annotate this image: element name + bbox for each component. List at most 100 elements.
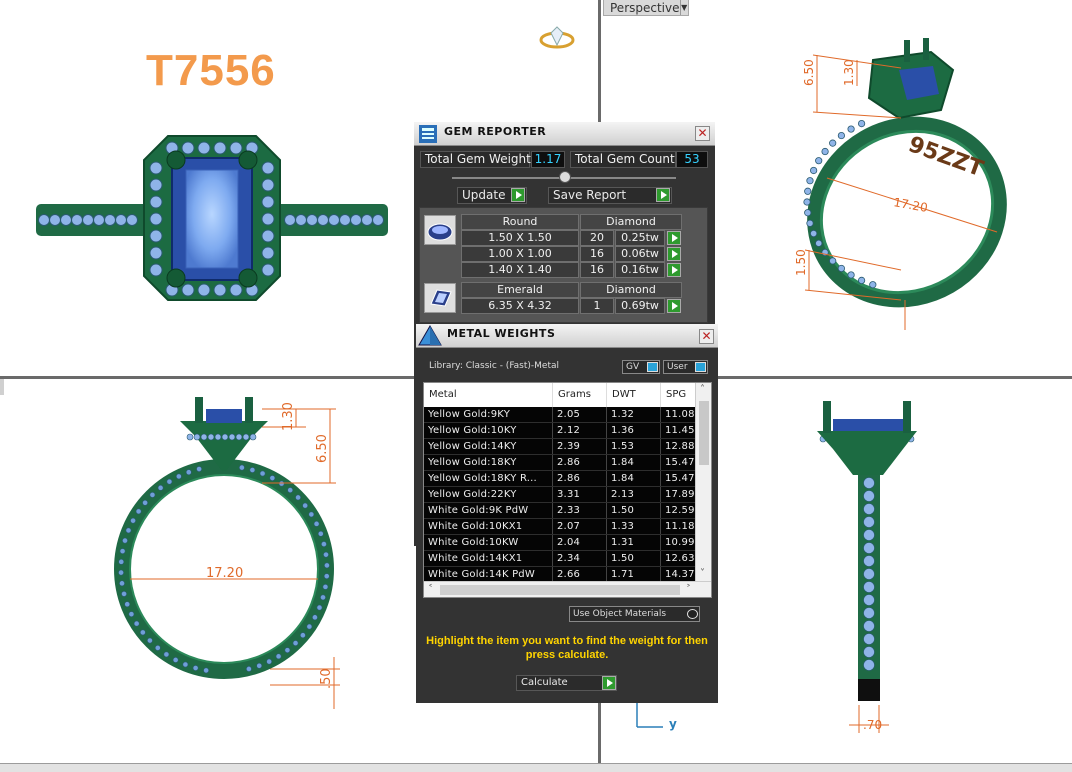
table-row[interactable]: Yellow Gold:9KY 2.05 1.32 11.08: [424, 407, 696, 423]
user-toggle[interactable]: User: [663, 360, 708, 374]
band-stone: [821, 147, 829, 156]
table-row[interactable]: Yellow Gold:14KY 2.39 1.53 12.88: [424, 439, 696, 455]
halo-stone: [261, 178, 275, 192]
band-stone: [130, 517, 136, 524]
gem-size[interactable]: 1.50 X 1.50: [461, 230, 579, 246]
calculate-button-label: Calculate: [521, 677, 568, 688]
viewport-mode-dropdown[interactable]: Perspective ▼: [603, 0, 689, 16]
halo-stone: [213, 283, 227, 297]
band-stone: [804, 209, 812, 217]
update-go-icon[interactable]: [511, 188, 525, 202]
scroll-right-icon[interactable]: ˃: [686, 583, 691, 597]
shank-stone: [71, 214, 83, 226]
band-stone: [810, 229, 818, 238]
head-stone: [200, 433, 208, 441]
metal-grams: 2.86: [553, 455, 607, 470]
metal-grams: 2.05: [553, 407, 607, 422]
column-header-spg[interactable]: SPG: [661, 383, 696, 407]
band-stone: [863, 490, 875, 502]
metal-dwt: 1.84: [607, 471, 661, 486]
band-stone: [863, 581, 875, 593]
calculate-go-icon[interactable]: [602, 676, 616, 690]
radio-circle-icon: [687, 609, 698, 619]
gem-reporter-titlebar[interactable]: GEM REPORTER ✕: [414, 122, 715, 146]
shank-stone: [306, 214, 318, 226]
band-stone: [863, 477, 875, 489]
chevron-down-icon[interactable]: ▼: [679, 0, 689, 15]
scrollbar-thumb[interactable]: [440, 585, 680, 595]
table-row[interactable]: White Gold:10KW 2.04 1.31 10.99: [424, 535, 696, 551]
band-stone: [323, 573, 330, 580]
band-stone: [284, 647, 291, 654]
gem-row-go-icon[interactable]: [667, 299, 681, 313]
column-header-dwt[interactable]: DWT: [607, 383, 661, 407]
column-header-metal[interactable]: Metal: [424, 383, 553, 407]
halo-stone: [261, 161, 275, 175]
metal-dwt: 1.71: [607, 567, 661, 582]
band-stone: [139, 629, 146, 636]
close-icon[interactable]: ✕: [695, 126, 710, 141]
band-stone: [269, 475, 276, 481]
metal-dwt: 1.33: [607, 519, 661, 534]
use-object-materials-label: Use Object Materials: [573, 609, 667, 619]
band-stone: [118, 558, 125, 565]
gem-size[interactable]: 1.00 X 1.00: [461, 246, 579, 262]
head-stone: [249, 433, 257, 441]
metal-spg: 12.59: [661, 503, 696, 518]
band-stone: [119, 580, 125, 587]
scroll-left-icon[interactable]: ˂: [428, 583, 433, 597]
band-stone: [316, 604, 323, 611]
gem-report-icon: [419, 125, 437, 143]
shank-stone: [317, 214, 329, 226]
panel-resize-slider-knob[interactable]: [559, 171, 571, 183]
instructions-text: Highlight the item you want to find the …: [426, 635, 708, 661]
gem-size[interactable]: 6.35 X 4.32: [461, 298, 579, 314]
gem-weight: 0.25tw: [615, 230, 665, 246]
metal-name: White Gold:10KW: [424, 535, 553, 550]
table-row[interactable]: Yellow Gold:22KY 3.31 2.13 17.89: [424, 487, 696, 503]
table-row[interactable]: Yellow Gold:10KY 2.12 1.36 11.45: [424, 423, 696, 439]
band-stone: [322, 583, 329, 590]
horizontal-scrollbar[interactable]: ˂ ˃: [424, 581, 711, 597]
table-row[interactable]: Yellow Gold:18KY 2.86 1.84 15.47: [424, 455, 696, 471]
dim-top-label: 1.30: [842, 59, 856, 86]
scroll-up-icon[interactable]: ˄: [700, 383, 705, 397]
table-row[interactable]: White Gold:14KX1 2.34 1.50 12.63: [424, 551, 696, 567]
band-stone: [119, 548, 126, 555]
table-row[interactable]: White Gold:9K PdW 2.33 1.50 12.59: [424, 503, 696, 519]
band-stone: [147, 637, 153, 644]
gem-material-header: Diamond: [580, 282, 682, 298]
band-stone: [166, 478, 173, 485]
metal-spg: 12.88: [661, 439, 696, 454]
column-header-grams[interactable]: Grams: [553, 383, 607, 407]
metal-weights-table[interactable]: Metal Grams DWT SPG Yellow Gold:9KY 2.05 1…: [423, 382, 712, 598]
gv-toggle[interactable]: GV: [622, 360, 660, 374]
close-icon[interactable]: ✕: [699, 329, 714, 344]
save-report-button-label: Save Report: [553, 188, 627, 202]
metal-spg: 14.37: [661, 567, 696, 582]
halo-stone: [149, 161, 163, 175]
band-stone: [306, 623, 313, 630]
gem-row-go-icon[interactable]: [667, 247, 681, 261]
band-stone: [863, 659, 875, 671]
shank-stone: [361, 214, 373, 226]
save-report-button[interactable]: Save Report: [548, 187, 672, 204]
band-stone: [320, 594, 326, 601]
table-row[interactable]: White Gold:10KX1 2.07 1.33 11.18: [424, 519, 696, 535]
metal-dwt: 1.50: [607, 551, 661, 566]
gem-size[interactable]: 1.40 X 1.40: [461, 262, 579, 278]
band-stone: [863, 620, 875, 632]
table-row[interactable]: Yellow Gold:18KY R... 2.86 1.84 15.47: [424, 471, 696, 487]
scrollbar-thumb[interactable]: [699, 401, 709, 465]
metal-spg: 15.47: [661, 471, 696, 486]
vertical-scrollbar[interactable]: ˄ ˅: [695, 383, 711, 583]
save-report-go-icon[interactable]: [656, 188, 670, 202]
band-stone: [321, 541, 327, 547]
use-object-materials-toggle[interactable]: Use Object Materials: [569, 606, 700, 622]
metal-weights-titlebar[interactable]: METAL WEIGHTS ✕: [416, 324, 718, 348]
gem-count: 16: [580, 246, 614, 262]
gem-row-go-icon[interactable]: [667, 231, 681, 245]
gem-row-go-icon[interactable]: [667, 263, 681, 277]
shank-stone: [295, 214, 307, 226]
scroll-down-icon[interactable]: ˅: [700, 567, 705, 581]
